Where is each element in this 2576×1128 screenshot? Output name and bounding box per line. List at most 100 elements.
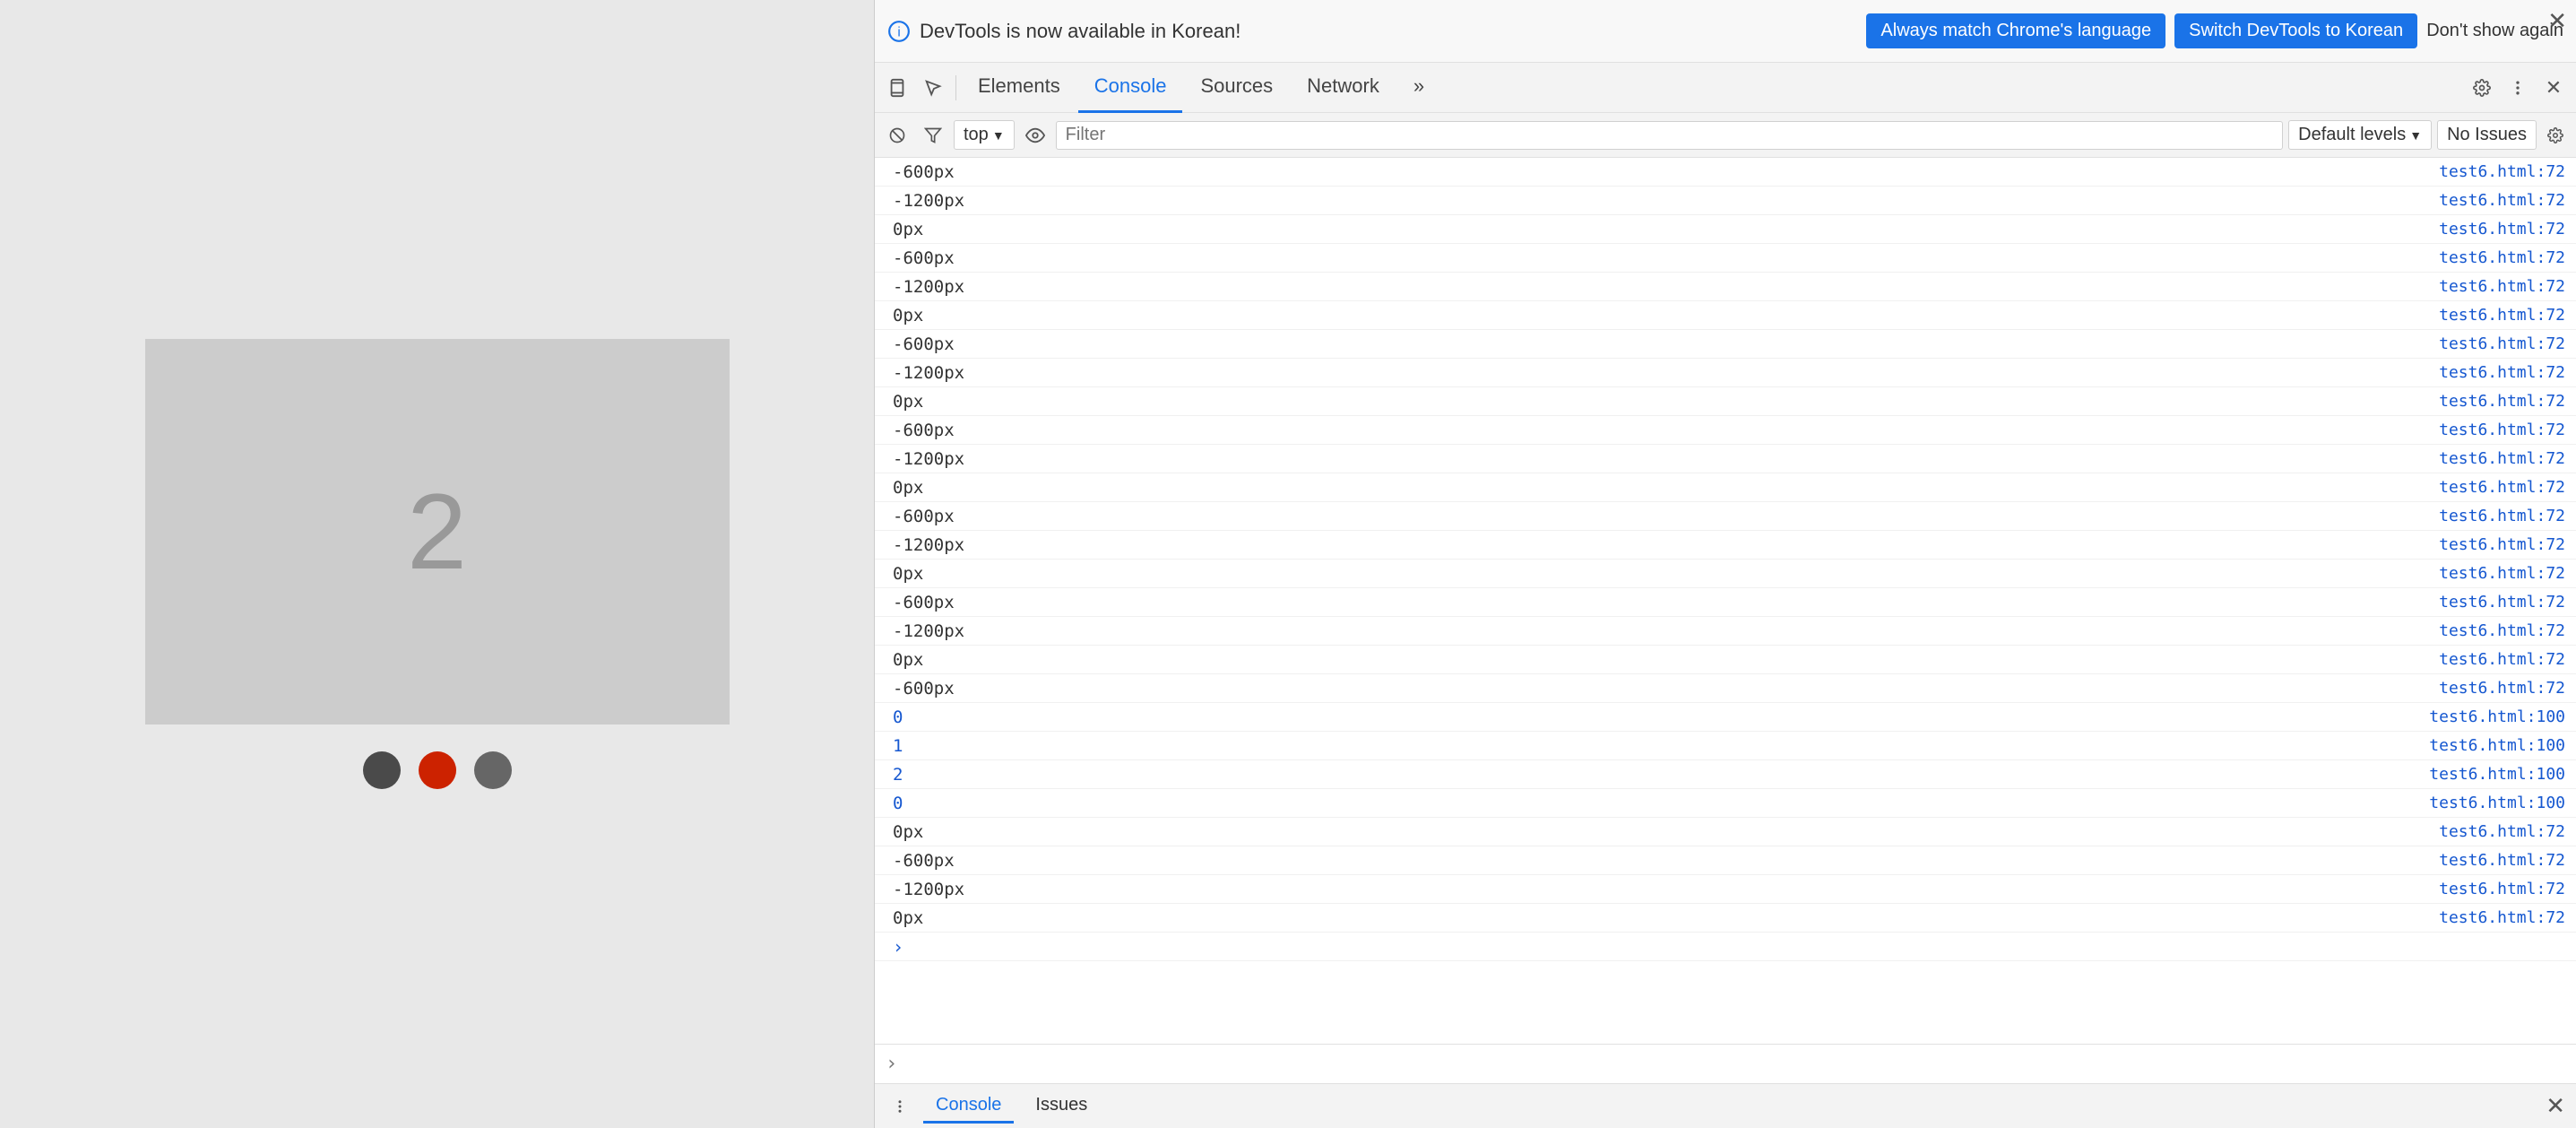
log-source[interactable]: test6.html:72 xyxy=(2439,535,2565,554)
dot-3[interactable] xyxy=(474,751,512,789)
tab-sources[interactable]: Sources xyxy=(1184,63,1289,113)
log-value: 0px xyxy=(893,822,923,842)
console-settings-icon[interactable] xyxy=(2542,122,2569,149)
log-source[interactable]: test6.html:72 xyxy=(2439,650,2565,669)
log-value: -600px xyxy=(893,421,955,440)
log-source[interactable]: test6.html:72 xyxy=(2439,363,2565,382)
log-source[interactable]: test6.html:72 xyxy=(2439,220,2565,239)
eye-icon[interactable] xyxy=(1020,120,1050,151)
log-row: -1200px test6.html:72 xyxy=(875,617,2576,646)
log-source[interactable]: test6.html:72 xyxy=(2439,908,2565,927)
clear-console-icon[interactable] xyxy=(882,120,912,151)
log-row: -600px test6.html:72 xyxy=(875,416,2576,445)
log-row: 0pxtest6.html:72 xyxy=(875,904,2576,933)
log-row: -1200px test6.html:72 xyxy=(875,875,2576,904)
context-label: top xyxy=(964,125,989,145)
log-source[interactable]: test6.html:72 xyxy=(2439,449,2565,468)
no-issues-button[interactable]: No Issues xyxy=(2437,120,2537,150)
slide-number: 2 xyxy=(407,470,467,594)
log-value: -1200px xyxy=(893,880,964,899)
log-value: 1 xyxy=(893,736,903,756)
log-row: -1200pxtest6.html:72 xyxy=(875,445,2576,473)
log-row: 0px test6.html:72 xyxy=(875,818,2576,846)
devtools-toolbar: Elements Console Sources Network » xyxy=(875,63,2576,113)
default-levels-dropdown[interactable]: Default levels ▼ xyxy=(2288,120,2432,150)
context-dropdown[interactable]: top ▼ xyxy=(954,120,1015,150)
console-input-field[interactable] xyxy=(904,1054,2565,1075)
tab-more[interactable]: » xyxy=(1397,63,1440,113)
notification-banner: i DevTools is now available in Korean! A… xyxy=(875,0,2576,63)
footer-tab-console[interactable]: Console xyxy=(923,1089,1014,1124)
dot-2-active[interactable] xyxy=(419,751,456,789)
log-row: 0test6.html:100 xyxy=(875,703,2576,732)
tab-network[interactable]: Network xyxy=(1291,63,1396,113)
log-row: 0px test6.html:72 xyxy=(875,301,2576,330)
dont-show-again-button[interactable]: Don't show again xyxy=(2426,21,2563,41)
pagination-dots xyxy=(363,751,512,789)
log-value: -1200px xyxy=(893,621,964,641)
log-value: -600px xyxy=(893,162,955,182)
log-value: 0px xyxy=(893,306,923,325)
dot-1[interactable] xyxy=(363,751,401,789)
filter-toggle-icon[interactable] xyxy=(918,120,948,151)
log-source[interactable]: test6.html:72 xyxy=(2439,306,2565,325)
more-vertical-icon[interactable] xyxy=(886,1092,914,1121)
log-row: -600pxtest6.html:72 xyxy=(875,330,2576,359)
filter-input[interactable] xyxy=(1056,121,2283,150)
log-row: -1200pxtest6.html:72 xyxy=(875,359,2576,387)
log-source[interactable]: test6.html:72 xyxy=(2439,162,2565,181)
inspect-element-icon[interactable] xyxy=(916,71,950,105)
log-value: -600px xyxy=(893,679,955,698)
log-source[interactable]: test6.html:72 xyxy=(2439,621,2565,640)
log-source[interactable]: test6.html:72 xyxy=(2439,191,2565,210)
log-row: -1200pxtest6.html:72 xyxy=(875,187,2576,215)
more-options-icon[interactable] xyxy=(2501,71,2535,105)
log-source[interactable]: test6.html:72 xyxy=(2439,421,2565,439)
device-toolbar-icon[interactable] xyxy=(880,71,914,105)
tab-console[interactable]: Console xyxy=(1078,63,1183,113)
log-source[interactable]: test6.html:72 xyxy=(2439,679,2565,698)
tab-elements[interactable]: Elements xyxy=(962,63,1076,113)
close-drawer-icon[interactable]: ✕ xyxy=(2546,1092,2565,1120)
log-source[interactable]: test6.html:100 xyxy=(2429,765,2565,784)
log-source[interactable]: test6.html:72 xyxy=(2439,478,2565,497)
log-source[interactable]: test6.html:72 xyxy=(2439,248,2565,267)
log-row: -600px test6.html:72 xyxy=(875,502,2576,531)
devtools-footer: Console Issues ✕ xyxy=(875,1083,2576,1128)
log-row: -600px test6.html:72 xyxy=(875,588,2576,617)
switch-korean-button[interactable]: Switch DevTools to Korean xyxy=(2174,13,2417,48)
log-row: -600px test6.html:72 xyxy=(875,158,2576,187)
log-source[interactable]: test6.html:100 xyxy=(2429,794,2565,812)
log-row: 0test6.html:100 xyxy=(875,789,2576,818)
log-source[interactable]: test6.html:72 xyxy=(2439,507,2565,525)
console-chevron-row: › xyxy=(875,933,2576,961)
log-source[interactable]: test6.html:72 xyxy=(2439,593,2565,612)
log-source[interactable]: test6.html:72 xyxy=(2439,277,2565,296)
close-notification-button[interactable]: ✕ xyxy=(2547,7,2567,35)
log-source[interactable]: test6.html:100 xyxy=(2429,736,2565,755)
log-value: -600px xyxy=(893,851,955,871)
console-chevron-icon: › xyxy=(893,936,903,958)
always-match-button[interactable]: Always match Chrome's language xyxy=(1866,13,2165,48)
log-source[interactable]: test6.html:72 xyxy=(2439,851,2565,870)
log-source[interactable]: test6.html:100 xyxy=(2429,707,2565,726)
chevron-down-icon: ▼ xyxy=(992,128,1005,143)
log-source[interactable]: test6.html:72 xyxy=(2439,822,2565,841)
log-value: -600px xyxy=(893,593,955,612)
log-source[interactable]: test6.html:72 xyxy=(2439,334,2565,353)
chevron-down-icon: ▼ xyxy=(2409,128,2422,143)
close-devtools-icon[interactable]: ✕ xyxy=(2537,71,2571,105)
footer-tab-issues[interactable]: Issues xyxy=(1023,1089,1100,1124)
log-value: -1200px xyxy=(893,535,964,555)
console-prompt: › xyxy=(886,1053,897,1075)
console-subtoolbar: top ▼ Default levels ▼ No Issues xyxy=(875,113,2576,158)
log-value: 0px xyxy=(893,564,923,584)
log-source[interactable]: test6.html:72 xyxy=(2439,564,2565,583)
log-source[interactable]: test6.html:72 xyxy=(2439,392,2565,411)
log-value: -600px xyxy=(893,507,955,526)
log-source[interactable]: test6.html:72 xyxy=(2439,880,2565,898)
log-row: -600pxtest6.html:72 xyxy=(875,244,2576,273)
settings-gear-icon[interactable] xyxy=(2465,71,2499,105)
default-levels-label: Default levels xyxy=(2298,125,2406,145)
log-row: 0px test6.html:72 xyxy=(875,560,2576,588)
